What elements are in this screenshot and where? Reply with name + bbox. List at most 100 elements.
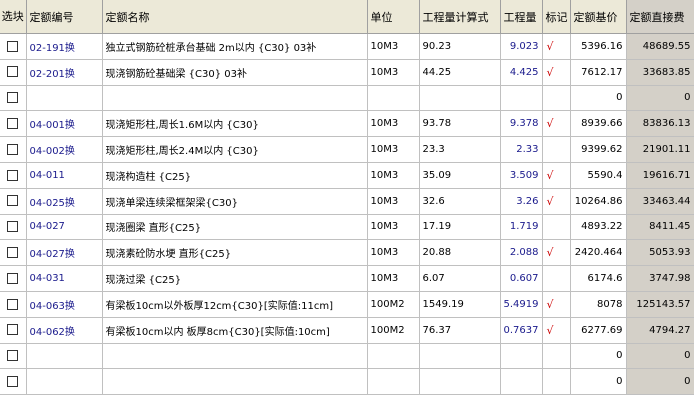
select-checkbox[interactable] (7, 66, 19, 78)
cell-code[interactable]: 02-201换 (26, 59, 103, 86)
cell-select[interactable] (0, 59, 27, 86)
cell-mark[interactable]: √ (542, 162, 571, 189)
cell-mark[interactable] (542, 265, 571, 292)
cell-name[interactable]: 现浇钢筋砼基础梁 {C30} 03补 (102, 59, 368, 86)
table-row[interactable]: 04-001换 现浇矩形柱,周长1.6M以内 {C30} 10M3 93.78 9.37… (0, 110, 694, 138)
cell-quantity[interactable]: 3.509 (500, 162, 543, 189)
select-checkbox[interactable] (7, 247, 19, 259)
cell-unit[interactable]: 10M3 (367, 188, 420, 215)
cell-code[interactable]: 04-011 (26, 162, 103, 189)
cell-mark[interactable] (542, 368, 571, 396)
cell-name[interactable] (102, 343, 368, 370)
cell-select[interactable] (0, 110, 27, 138)
table-row[interactable]: 00 (0, 368, 694, 396)
cell-base-price[interactable]: 7612.17 (570, 59, 627, 86)
cell-base-price[interactable]: 5590.4 (570, 162, 627, 189)
cell-quantity[interactable] (500, 85, 543, 112)
cell-base-price[interactable]: 0 (570, 368, 627, 396)
table-row[interactable]: 04-031 现浇过梁 {C25} 10M3 6.07 0.607 6174.6 3747.… (0, 265, 694, 292)
cell-quantity[interactable]: 2.33 (500, 136, 543, 163)
cell-quantity[interactable]: 2.088 (500, 239, 543, 267)
table-row[interactable]: 04-063换 有梁板10cm以外板厚12cm{C30}[实际值:11cm] 100… (0, 291, 694, 318)
cell-unit[interactable]: 10M3 (367, 162, 420, 189)
header-mark[interactable]: 标记 (542, 0, 571, 34)
cell-select[interactable] (0, 291, 27, 318)
cell-select[interactable] (0, 343, 27, 370)
header-code[interactable]: 定额编号 (26, 0, 103, 34)
cell-code[interactable]: 04-002换 (26, 136, 103, 163)
cell-select[interactable] (0, 214, 27, 241)
cell-mark[interactable]: √ (542, 33, 571, 60)
cell-formula[interactable]: 17.19 (419, 214, 501, 241)
cell-mark[interactable] (542, 85, 571, 112)
cell-mark[interactable]: √ (542, 188, 571, 215)
cell-mark[interactable]: √ (542, 239, 571, 267)
cell-select[interactable] (0, 265, 27, 292)
select-checkbox[interactable] (7, 324, 19, 336)
select-checkbox[interactable] (7, 143, 19, 155)
cell-base-price[interactable]: 2420.464 (570, 239, 627, 267)
cell-formula[interactable]: 44.25 (419, 59, 501, 86)
cell-code[interactable]: 02-191换 (26, 33, 103, 60)
table-row[interactable]: 04-027 现浇圈梁 直形{C25} 10M3 17.19 1.719 4893.22 8… (0, 214, 694, 241)
cell-unit[interactable]: 10M3 (367, 110, 420, 138)
cell-formula[interactable]: 6.07 (419, 265, 501, 292)
table-row[interactable]: 02-201换 现浇钢筋砼基础梁 {C30} 03补 10M3 44.25 4.425 √… (0, 59, 694, 86)
cell-code[interactable]: 04-027换 (26, 239, 103, 267)
cell-quantity[interactable]: 1.719 (500, 214, 543, 241)
cell-formula[interactable]: 90.23 (419, 33, 501, 60)
cell-base-price[interactable]: 5396.16 (570, 33, 627, 60)
cell-formula[interactable]: 76.37 (419, 317, 501, 344)
cell-mark[interactable] (542, 214, 571, 241)
cell-formula[interactable] (419, 343, 501, 370)
cell-name[interactable]: 现浇单梁连续梁框架梁{C30} (102, 188, 368, 215)
cell-unit[interactable]: 10M3 (367, 33, 420, 60)
cell-name[interactable]: 现浇构造柱 {C25} (102, 162, 368, 189)
table-row[interactable]: 02-191换 独立式钢筋砼桩承台基础 2m以内 {C30} 03补 10M3 90.… (0, 33, 694, 60)
cell-base-price[interactable]: 8939.66 (570, 110, 627, 138)
header-quantity[interactable]: 工程量 (500, 0, 543, 34)
cell-select[interactable] (0, 239, 27, 267)
cell-code[interactable]: 04-001换 (26, 110, 103, 138)
cell-quantity[interactable]: 9.378 (500, 110, 543, 138)
cell-select[interactable] (0, 33, 27, 60)
select-checkbox[interactable] (7, 118, 19, 130)
cell-unit[interactable]: 10M3 (367, 214, 420, 241)
cell-select[interactable] (0, 136, 27, 163)
cell-base-price[interactable]: 6174.6 (570, 265, 627, 292)
select-checkbox[interactable] (7, 350, 19, 362)
cell-code[interactable] (26, 368, 103, 396)
header-select[interactable]: 选块 (0, 0, 27, 34)
table-row[interactable]: 04-011 现浇构造柱 {C25} 10M3 35.09 3.509 √ 5590.4 19… (0, 162, 694, 189)
cell-name[interactable]: 现浇过梁 {C25} (102, 265, 368, 292)
select-checkbox[interactable] (7, 221, 19, 233)
cell-mark[interactable] (542, 136, 571, 163)
cell-select[interactable] (0, 162, 27, 189)
cell-formula[interactable]: 20.88 (419, 239, 501, 267)
cell-unit[interactable] (367, 343, 420, 370)
cell-formula[interactable]: 32.6 (419, 188, 501, 215)
header-name[interactable]: 定额名称 (102, 0, 368, 34)
cell-mark[interactable]: √ (542, 110, 571, 138)
cell-formula[interactable]: 35.09 (419, 162, 501, 189)
cell-formula[interactable] (419, 368, 501, 396)
cell-formula[interactable]: 93.78 (419, 110, 501, 138)
table-row[interactable]: 04-027换 现浇素砼防水埂 直形{C25} 10M3 20.88 2.088 √ 242… (0, 239, 694, 267)
cell-code[interactable]: 04-027 (26, 214, 103, 241)
cell-name[interactable]: 现浇圈梁 直形{C25} (102, 214, 368, 241)
cell-code[interactable] (26, 85, 103, 112)
cell-unit[interactable]: 100M2 (367, 317, 420, 344)
header-unit[interactable]: 单位 (367, 0, 420, 34)
cell-unit[interactable]: 10M3 (367, 59, 420, 86)
cell-select[interactable] (0, 85, 27, 112)
select-checkbox[interactable] (7, 195, 19, 207)
cell-name[interactable] (102, 368, 368, 396)
cell-mark[interactable] (542, 343, 571, 370)
cell-name[interactable]: 现浇矩形柱,周长1.6M以内 {C30} (102, 110, 368, 138)
cell-formula[interactable] (419, 85, 501, 112)
table-row[interactable]: 00 (0, 343, 694, 370)
cell-mark[interactable]: √ (542, 317, 571, 344)
table-row[interactable]: 04-062换 有梁板10cm以内 板厚8cm{C30}[实际值:10cm] 100… (0, 317, 694, 344)
cell-quantity[interactable]: 5.4919 (500, 291, 543, 318)
cell-base-price[interactable]: 0 (570, 343, 627, 370)
